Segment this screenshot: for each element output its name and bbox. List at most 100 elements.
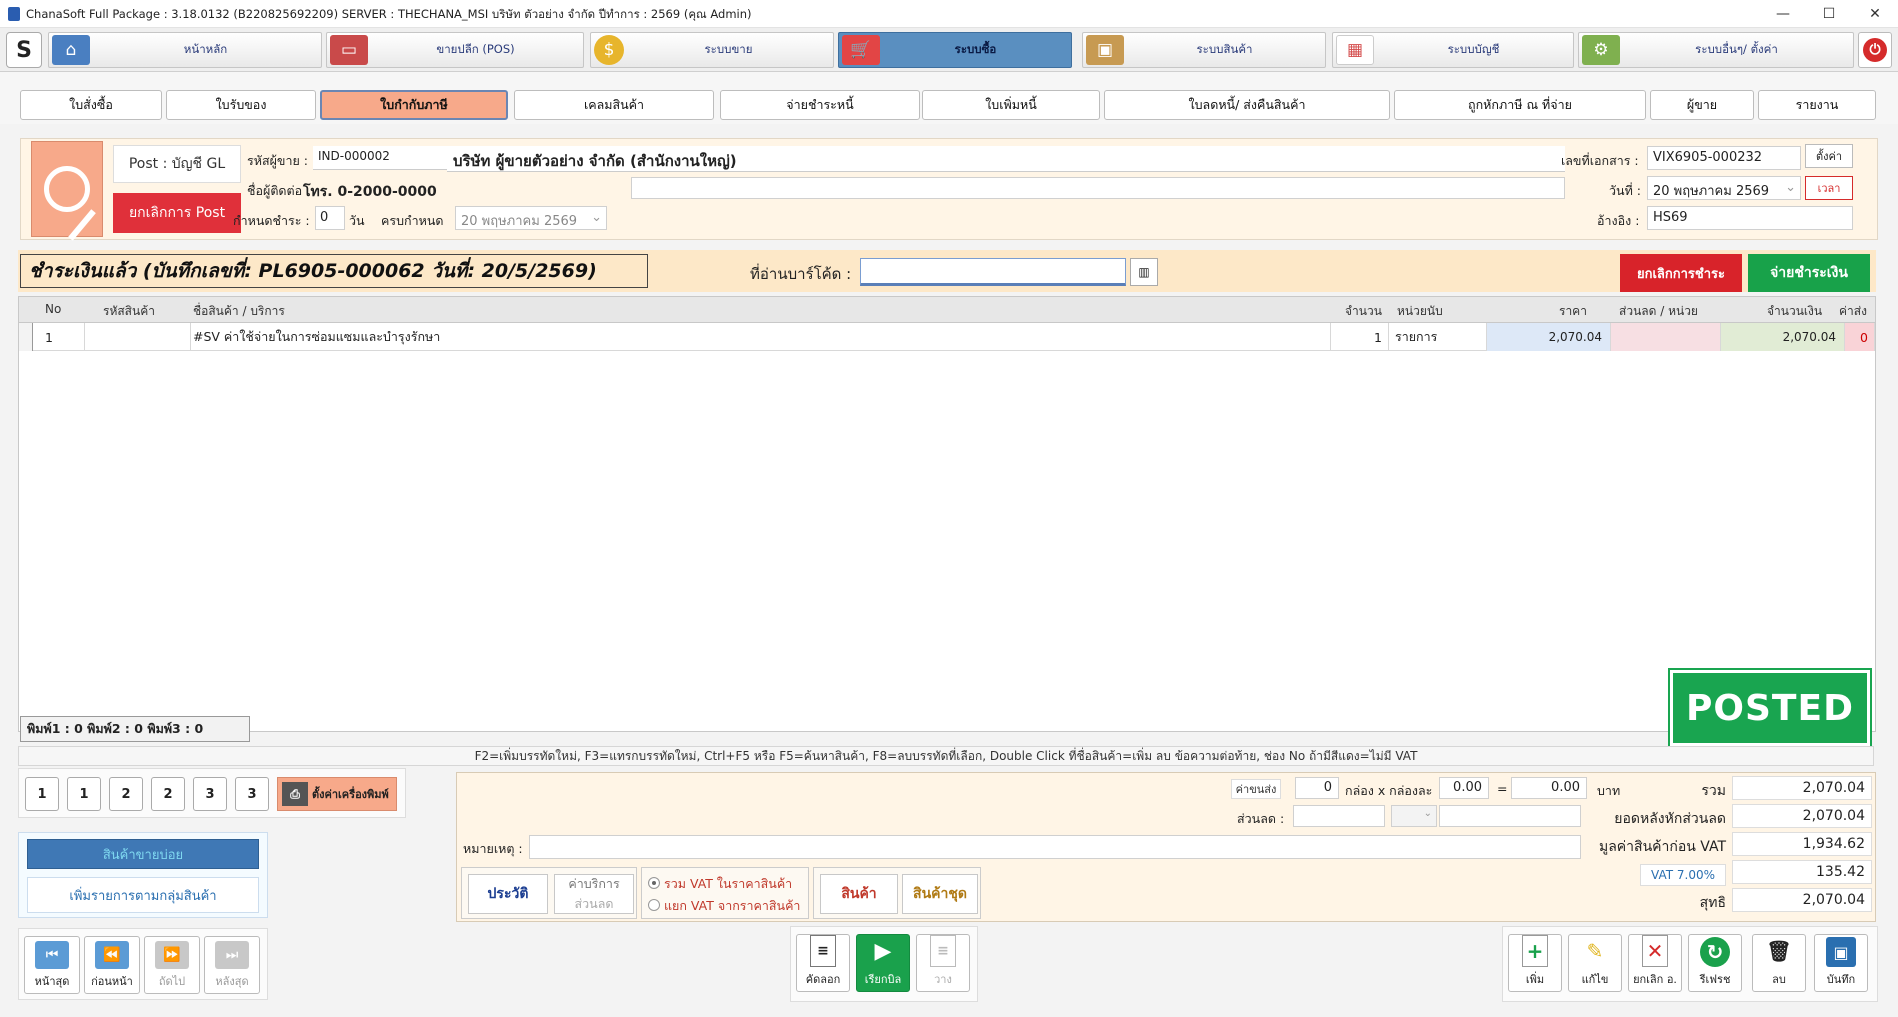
date-picker[interactable]: 20 พฤษภาคม 2569 ⌄ <box>1647 176 1801 200</box>
last-icon: ⏭ <box>215 940 249 969</box>
tab-purchase-order[interactable]: ใบสั่งซื้อ <box>20 90 162 120</box>
time-button[interactable]: เวลา <box>1805 176 1853 200</box>
product-button[interactable]: สินค้า <box>820 874 898 914</box>
tab-vendor[interactable]: ผู้ขาย <box>1650 90 1754 120</box>
last-label: หลังสุด <box>215 974 249 988</box>
vat-rate-label[interactable]: VAT 7.00% <box>1640 864 1726 886</box>
printer-setup-button[interactable]: ⎙ ตั้งค่าเครื่องพิมพ์ <box>277 777 397 811</box>
play-icon: ▶ <box>874 938 892 964</box>
table-row[interactable]: 1 #SV ค่าใช้จ่ายในการซ่อมแซมและบำรุงรักษ… <box>19 323 1875 351</box>
cell-qty[interactable]: 1 <box>1331 323 1389 351</box>
net-total-label: สุทธิ <box>1699 895 1726 911</box>
cell-shipping[interactable]: 0 <box>1845 323 1875 351</box>
printer-icon: ⎙ <box>282 782 308 806</box>
search-vendor-button[interactable] <box>31 141 103 241</box>
nav-purchase[interactable]: 🛒 ระบบซื้อ <box>838 32 1072 68</box>
cell-code[interactable] <box>85 323 191 351</box>
tab-debit-note[interactable]: ใบเพิ่มหนี้ <box>922 90 1100 120</box>
print-preview-3-button[interactable]: 3 <box>235 777 269 811</box>
print-preview-1-button[interactable]: 1 <box>67 777 101 811</box>
print-2-button[interactable]: 2 <box>109 777 143 811</box>
reference-input[interactable]: HS69 <box>1647 206 1853 230</box>
chanasoft-logo-icon[interactable]: S <box>6 32 42 68</box>
cell-discount[interactable] <box>1611 323 1721 351</box>
power-button[interactable]: ⏻ <box>1858 32 1892 68</box>
box-count-input[interactable]: 0 <box>1295 777 1339 799</box>
print-counts: พิมพ์1 : 0 พิมพ์2 : 0 พิมพ์3 : 0 <box>20 716 250 742</box>
service-discount-label: ส่วนลด <box>574 896 614 911</box>
due-days-input[interactable]: 0 <box>315 206 345 230</box>
cancel-document-button[interactable]: ✕ ยกเลิก อ. <box>1628 934 1682 992</box>
refresh-button[interactable]: ↻ รีเฟรช <box>1688 934 1742 992</box>
tab-report[interactable]: รายงาน <box>1758 90 1876 120</box>
row-selector[interactable] <box>19 323 33 351</box>
cancel-label: ยกเลิก อ. <box>1633 973 1677 986</box>
history-button[interactable]: ประวัติ <box>468 874 548 914</box>
nav-settings[interactable]: ⚙ ระบบอื่นๆ/ ตั้งค่า <box>1578 32 1854 68</box>
recall-invoice-button[interactable]: ▶ เรียกบิล <box>856 934 910 992</box>
copy-button[interactable]: ≡ คัดลอก <box>796 934 850 992</box>
pay-button[interactable]: จ่ายชำระเงิน <box>1748 254 1870 292</box>
popular-products-button[interactable]: สินค้าขายบ่อย <box>27 839 259 869</box>
edit-button[interactable]: ✎ แก้ไข <box>1568 934 1622 992</box>
nav-inventory[interactable]: ▣ ระบบสินค้า <box>1082 32 1326 68</box>
vat-exclude-radio[interactable]: แยก VAT จากราคาสินค้า <box>648 896 800 916</box>
cell-price[interactable]: 2,070.04 <box>1487 323 1611 351</box>
tab-tax-invoice[interactable]: ใบกำกับภาษี <box>320 90 508 120</box>
tab-goods-receipt[interactable]: ใบรับของ <box>166 90 316 120</box>
cell-unit[interactable]: รายการ <box>1389 323 1487 351</box>
first-record-button[interactable]: ⏮ หน้าสุด <box>24 936 80 994</box>
prev-record-button[interactable]: ⏪ ก่อนหน้า <box>84 936 140 994</box>
doc-no-input[interactable]: VIX6905-000232 <box>1647 146 1801 170</box>
barcode-scan-icon[interactable]: ▥ <box>1130 258 1158 286</box>
contact-value[interactable]: โทร. 0-2000-0000 <box>303 181 437 203</box>
cancel-post-button[interactable]: ยกเลิกการ Post <box>113 193 241 233</box>
cell-amount[interactable]: 2,070.04 <box>1721 323 1845 351</box>
cell-name[interactable]: #SV ค่าใช้จ่ายในการซ่อมแซมและบำรุงรักษา <box>191 323 1331 351</box>
maximize-button[interactable]: ☐ <box>1806 0 1852 28</box>
per-box-input[interactable]: 0.00 <box>1439 777 1489 799</box>
save-button[interactable]: ▣ บันทึก <box>1814 934 1868 992</box>
service-discount-button[interactable]: ค่าบริการ ส่วนลด <box>554 874 634 914</box>
nav-home[interactable]: ⌂ หน้าหลัก <box>48 32 322 68</box>
due-date-picker[interactable]: 20 พฤษภาคม 2569 ⌄ <box>455 206 607 230</box>
vendor-name-field[interactable]: บริษัท ผู้ขายตัวอย่าง จำกัด (สำนักงานใหญ… <box>447 146 1565 172</box>
settings-doc-button[interactable]: ตั้งค่า <box>1805 144 1853 168</box>
trash-icon: 🗑 <box>1766 939 1792 963</box>
contact-extra-input[interactable] <box>631 177 1565 199</box>
rewind-icon: ⏪ <box>95 940 129 969</box>
vendor-code-input[interactable]: IND-000002 <box>313 146 447 170</box>
vat-include-radio[interactable]: รวม VAT ในราคาสินค้า <box>648 874 792 894</box>
print-preview-2-button[interactable]: 2 <box>151 777 185 811</box>
cell-no[interactable]: 1 <box>33 323 85 351</box>
add-by-group-button[interactable]: เพิ่มรายการตามกลุ่มสินค้า <box>27 877 259 913</box>
print-1-button[interactable]: 1 <box>25 777 59 811</box>
discount-type-select[interactable]: ⌄ <box>1391 805 1437 827</box>
minimize-button[interactable]: — <box>1760 0 1806 28</box>
nav-sales[interactable]: $ ระบบขาย <box>590 32 834 68</box>
discount-input[interactable] <box>1293 805 1385 827</box>
tab-credit-note[interactable]: ใบลดหนี้/ ส่งคืนสินค้า <box>1104 90 1390 120</box>
delete-button[interactable]: 🗑 ลบ <box>1752 934 1806 992</box>
tab-product-claim[interactable]: เคลมสินค้า <box>514 90 714 120</box>
print-3-button[interactable]: 3 <box>193 777 227 811</box>
vat-value: 135.42 <box>1732 860 1872 884</box>
barcode-input[interactable] <box>860 258 1126 286</box>
floppy-disk-icon: ▣ <box>1826 937 1856 967</box>
nav-accounting[interactable]: ▦ ระบบบัญชี <box>1332 32 1574 68</box>
product-set-button[interactable]: สินค้าชุด <box>902 874 978 914</box>
save-label: บันทึก <box>1826 973 1856 986</box>
nav-pos[interactable]: ▭ ขายปลีก (POS) <box>326 32 584 68</box>
paste-button[interactable]: ≡ วาง <box>916 934 970 992</box>
clipboard-icon: ≡ <box>930 935 956 967</box>
close-window-button[interactable]: ✕ <box>1852 0 1898 28</box>
next-record-button[interactable]: ⏩ ถัดไป <box>144 936 200 994</box>
cancel-payment-button[interactable]: ยกเลิกการชำระ <box>1620 254 1742 292</box>
note-input[interactable] <box>529 835 1581 859</box>
tab-withholding-tax[interactable]: ถูกหักภาษี ณ ที่จ่าย <box>1394 90 1646 120</box>
add-button[interactable]: + เพิ่ม <box>1508 934 1562 992</box>
last-record-button[interactable]: ⏭ หลังสุด <box>204 936 260 994</box>
tab-debt-payment[interactable]: จ่ายชำระหนี้ <box>720 90 920 120</box>
next-label: ถัดไป <box>158 974 186 988</box>
col-code: รหัสสินค้า <box>103 304 155 318</box>
